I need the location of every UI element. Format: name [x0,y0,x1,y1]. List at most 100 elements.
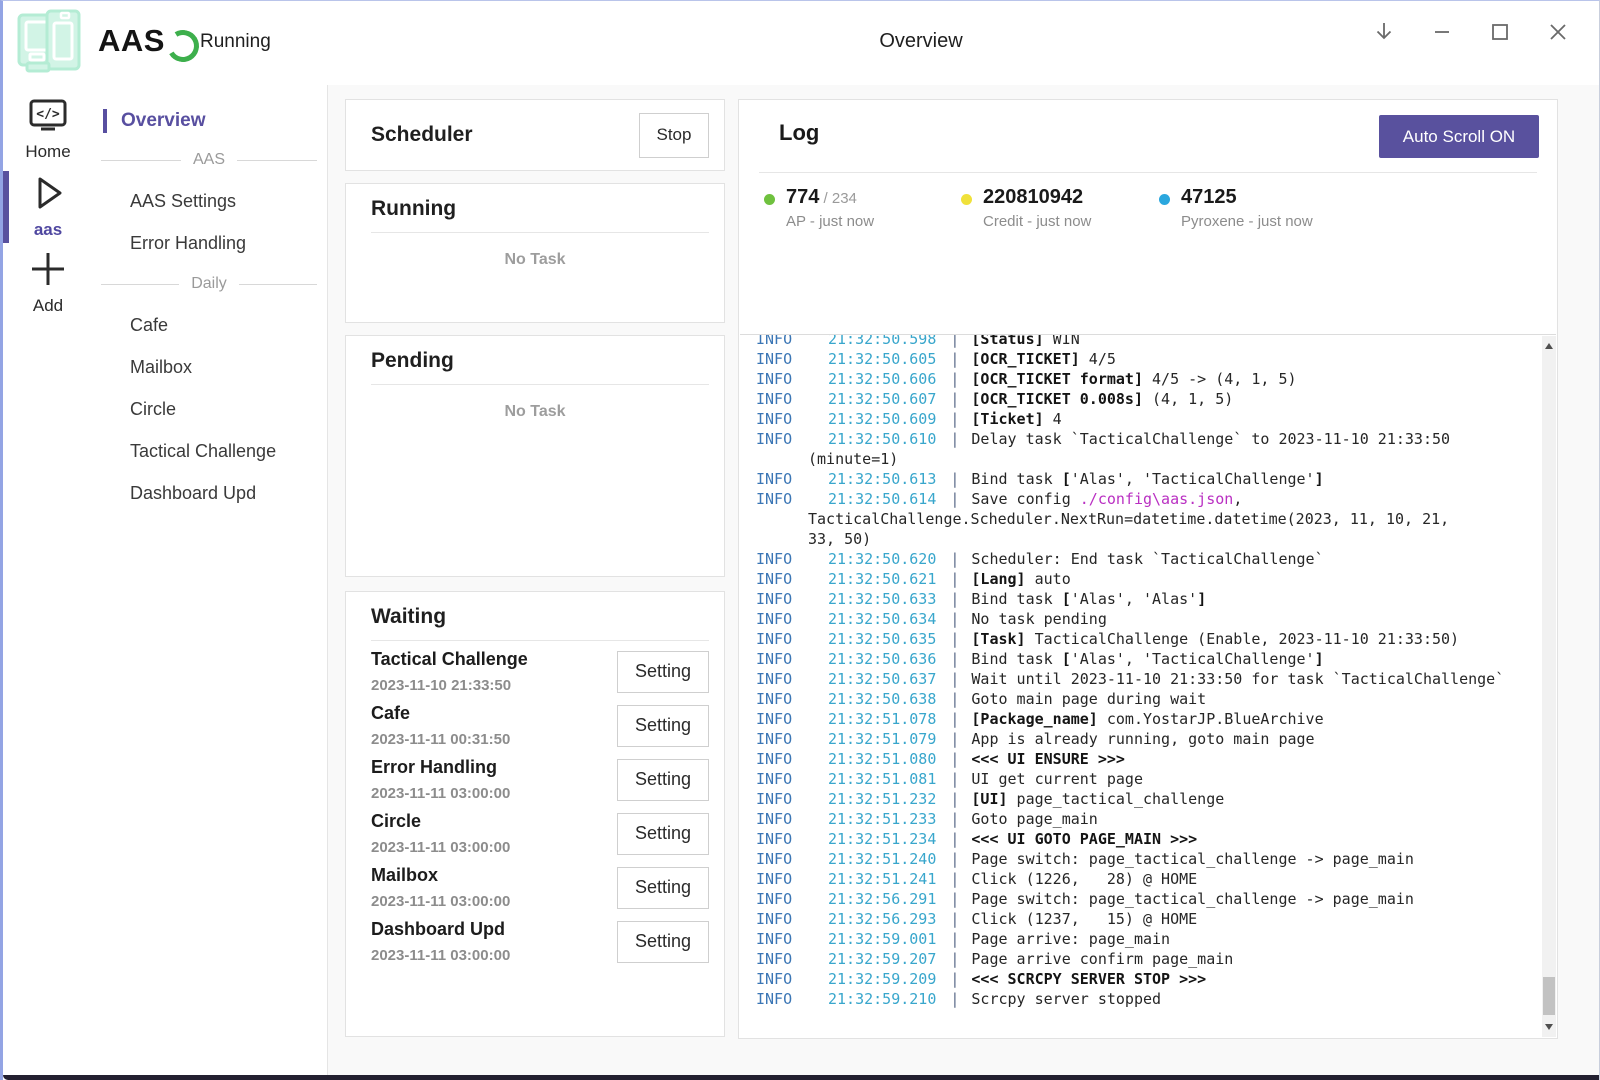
log-message-segment: 'Alas', 'Alas' [1071,590,1197,608]
divider-line [101,160,181,161]
log-view[interactable]: INFO21:32:50.598|[Status] WININFO21:32:5… [740,334,1556,1037]
waiting-task-name: Error Handling [371,757,510,778]
log-timestamp: 21:32:59.001 [828,930,936,948]
waiting-task-row: Mailbox2023-11-11 03:00:00Setting [371,865,709,910]
nav-label-add: Add [3,296,93,316]
log-message-segment: Scheduler: End task `TacticalChallenge` [971,550,1323,568]
waiting-task-name: Tactical Challenge [371,649,528,670]
log-message-segment: [Ticket] [971,410,1043,428]
scheduler-status-text: Running [200,31,271,53]
log-message-segment: Delay task `TacticalChallenge` to 2023-1… [971,430,1450,448]
log-timestamp: 21:32:56.293 [828,910,936,928]
log-timestamp: 21:32:59.207 [828,950,936,968]
log-message-segment: [Lang] [971,570,1025,588]
sidebar-item-mailbox[interactable]: Mailbox [93,346,327,388]
sidebar-section-aas: AAS [93,140,327,180]
log-separator: | [936,890,971,908]
window-controls [1367,15,1575,49]
log-level: INFO [756,334,828,349]
auto-scroll-button[interactable]: Auto Scroll ON [1379,115,1539,158]
log-level: INFO [756,609,828,629]
download-icon[interactable] [1367,15,1401,49]
scrollbar-thumb[interactable] [1543,977,1555,1015]
log-scrollbar[interactable] [1542,336,1556,1037]
log-line: INFO21:32:50.606|[OCR_TICKET format] 4/5… [756,369,1526,389]
log-level: INFO [756,569,828,589]
log-line: INFO21:32:51.241|Click (1226, 28) @ HOME [756,869,1526,889]
log-separator: | [936,830,971,848]
log-message-segment: Click (1226, 28) @ HOME [971,870,1197,888]
nav-item-aas[interactable]: aas [3,171,93,240]
divider-line [101,284,179,285]
sidebar: OverviewAASAAS SettingsError HandlingDai… [93,85,328,1075]
title-bar: AAS Running Overview [3,1,1599,86]
setting-button-dashboard-upd[interactable]: Setting [617,921,709,963]
nav-rail: </> Home aas Add [3,85,94,1075]
setting-button-cafe[interactable]: Setting [617,705,709,747]
sidebar-item-cafe[interactable]: Cafe [93,304,327,346]
setting-button-error-handling[interactable]: Setting [617,759,709,801]
setting-button-mailbox[interactable]: Setting [617,867,709,909]
log-message-segment: [Package_name] [971,710,1097,728]
log-message-segment: App is already running, goto main page [971,730,1314,748]
sidebar-item-tactical-challenge[interactable]: Tactical Challenge [93,430,327,472]
log-line: INFO21:32:50.614|Save config ./config\aa… [756,489,1526,509]
stat-pyroxene: 47125Pyroxene - just now [1159,186,1313,230]
nav-item-add[interactable]: Add [3,247,93,316]
waiting-task-row: Tactical Challenge2023-11-10 21:33:50Set… [371,649,709,694]
page-title: Overview [879,30,962,53]
log-line: INFO21:32:51.232|[UI] page_tactical_chal… [756,789,1526,809]
log-line: INFO21:32:51.240|Page switch: page_tacti… [756,849,1526,869]
nav-label-home: Home [3,142,93,162]
log-timestamp: 21:32:50.613 [828,470,936,488]
log-separator: | [936,730,971,748]
sidebar-item-overview[interactable]: Overview [93,106,327,136]
setting-button-tactical-challenge[interactable]: Setting [617,651,709,693]
log-level: INFO [756,489,828,509]
log-separator: | [936,650,971,668]
log-line: INFO21:32:59.207|Page arrive confirm pag… [756,949,1526,969]
waiting-task-row: Circle2023-11-11 03:00:00Setting [371,811,709,856]
log-title: Log [779,120,819,146]
waiting-card: Waiting Tactical Challenge2023-11-10 21:… [345,591,725,1037]
log-level: INFO [756,689,828,709]
waiting-task-info: Error Handling2023-11-11 03:00:00 [371,757,510,802]
divider-line [237,160,317,161]
waiting-task-row: Cafe2023-11-11 00:31:50Setting [371,703,709,748]
log-message-segment: page_tactical_challenge [1008,790,1225,808]
close-icon[interactable] [1541,15,1575,49]
log-separator: | [936,630,971,648]
log-separator: | [936,590,971,608]
log-message-segment: Click (1237, 15) @ HOME [971,910,1197,928]
log-level: INFO [756,549,828,569]
log-level: INFO [756,629,828,649]
log-timestamp: 21:32:51.081 [828,770,936,788]
log-separator: | [936,550,971,568]
log-separator: | [936,930,971,948]
log-level: INFO [756,589,828,609]
waiting-list: Tactical Challenge2023-11-10 21:33:50Set… [346,641,724,964]
log-timestamp: 21:32:50.635 [828,630,936,648]
log-separator: | [936,970,971,988]
sidebar-item-error-handling[interactable]: Error Handling [93,222,327,264]
log-message-segment: Page switch: page_tactical_challenge -> … [971,850,1414,868]
log-separator: | [936,490,971,508]
scrollbar-up-icon[interactable] [1545,343,1553,349]
scrollbar-down-icon[interactable] [1545,1024,1553,1030]
log-line: INFO21:32:59.209|<<< SCRCPY SERVER STOP … [756,969,1526,989]
log-message-segment: Page switch: page_tactical_challenge -> … [971,890,1414,908]
sidebar-item-circle[interactable]: Circle [93,388,327,430]
sidebar-item-aas-settings[interactable]: AAS Settings [93,180,327,222]
log-timestamp: 21:32:50.634 [828,610,936,628]
log-separator: | [936,690,971,708]
log-line: INFO21:32:50.620|Scheduler: End task `Ta… [756,549,1526,569]
app-window: AAS Running Overview </> [0,0,1600,1080]
sidebar-item-dashboard-upd[interactable]: Dashboard Upd [93,472,327,514]
log-line: INFO21:32:51.081|UI get current page [756,769,1526,789]
minimize-icon[interactable] [1425,15,1459,49]
setting-button-circle[interactable]: Setting [617,813,709,855]
nav-item-home[interactable]: </> Home [3,97,93,162]
maximize-icon[interactable] [1483,15,1517,49]
log-level: INFO [756,389,828,409]
stop-button[interactable]: Stop [639,113,709,158]
